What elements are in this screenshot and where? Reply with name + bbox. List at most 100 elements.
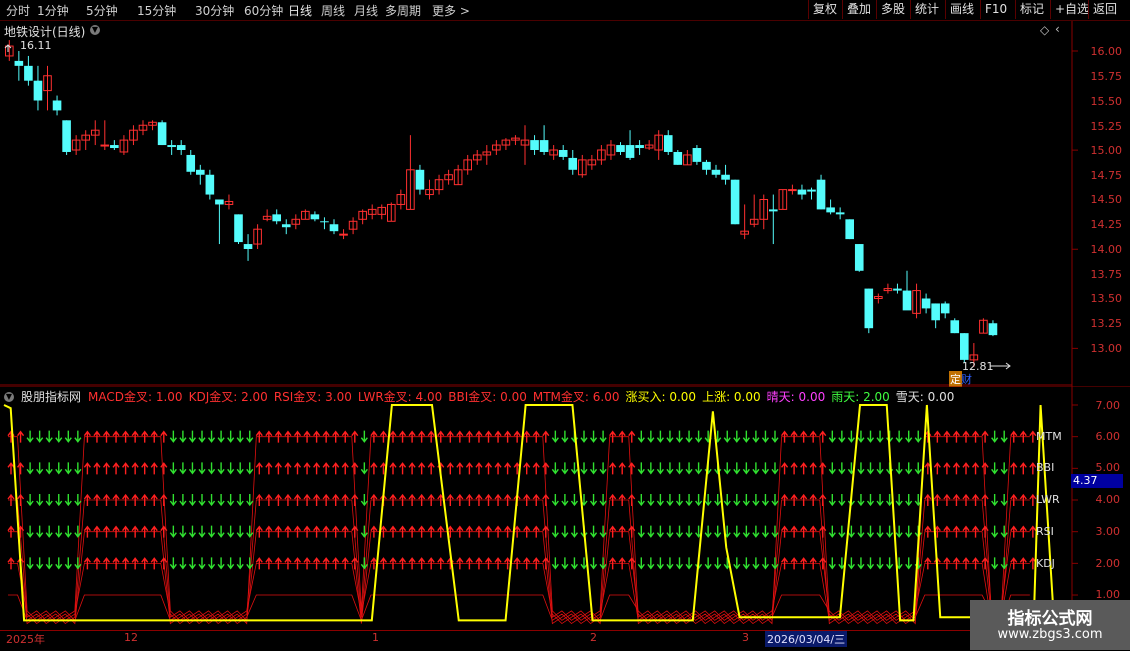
down-arrow-icon <box>64 430 72 443</box>
up-arrow-icon <box>102 557 111 570</box>
down-arrow-icon <box>188 494 197 507</box>
up-arrow-icon <box>93 493 101 507</box>
down-arrow-icon <box>723 430 731 443</box>
period-tab-30min[interactable]: 30分钟 <box>195 2 234 19</box>
price-tick: 14.00 <box>1090 243 1123 256</box>
indicator-name[interactable]: 股朋指标网 <box>21 388 81 405</box>
candle-body <box>110 145 119 149</box>
candle-body <box>539 140 549 152</box>
up-arrow-icon <box>313 430 321 443</box>
up-arrow-icon <box>962 525 970 538</box>
down-arrow-icon <box>857 557 865 570</box>
down-arrow-icon <box>656 557 664 570</box>
add-watchlist-button[interactable]: +自选 <box>1050 0 1093 19</box>
period-tab-fenshi[interactable]: 分时 <box>6 2 30 19</box>
down-arrow-icon <box>36 557 44 570</box>
chart-settings-icon[interactable]: ▼ <box>90 25 100 35</box>
down-arrow-icon <box>828 494 836 507</box>
candle-body <box>854 244 864 271</box>
down-arrow-icon <box>656 462 664 475</box>
up-arrow-icon <box>322 493 330 507</box>
period-tab-daily[interactable]: 日线 <box>288 2 312 19</box>
period-tab-60min[interactable]: 60分钟 <box>244 2 283 19</box>
up-arrow-icon <box>265 430 273 443</box>
period-tab-multi[interactable]: 多周期 <box>385 2 421 19</box>
up-arrow-icon <box>93 525 101 538</box>
period-tab-15min[interactable]: 15分钟 <box>137 2 176 19</box>
candle-body <box>100 144 110 147</box>
period-tab-more[interactable]: 更多 > <box>432 2 470 19</box>
indicator-value: KDJ金叉: 2.00 <box>188 390 268 404</box>
down-arrow-icon <box>207 557 216 570</box>
down-arrow-icon <box>179 494 187 507</box>
crosshair-date: 2026/03/04/三 <box>765 631 848 647</box>
period-tab-1min[interactable]: 1分钟 <box>37 2 69 19</box>
date-label: 1 <box>372 631 379 644</box>
up-arrow-icon <box>303 430 311 443</box>
candle-body <box>711 169 721 175</box>
indicator-settings-icon[interactable]: ▼ <box>4 391 14 402</box>
down-arrow-icon <box>771 557 779 570</box>
candle-body <box>950 320 960 334</box>
indicator-header: ▼ 股朋指标网 MACD金叉: 1.00 KDJ金叉: 2.00 RSI金叉: 3.… <box>4 388 954 405</box>
mark-button[interactable]: 标记 <box>1015 0 1048 19</box>
down-arrow-icon <box>236 557 244 570</box>
multi-stock-button[interactable]: 多股 <box>876 0 909 19</box>
price-tick: 15.75 <box>1090 70 1123 83</box>
line-label-mtm: MTM <box>1036 430 1062 443</box>
f10-button[interactable]: F10 <box>980 0 1011 19</box>
up-arrow-icon <box>427 430 435 443</box>
indicator-chart[interactable] <box>0 386 1130 630</box>
up-arrow-icon <box>800 557 808 570</box>
down-arrow-icon <box>236 430 244 443</box>
down-arrow-icon <box>236 525 244 538</box>
indicator-tick: 2.00 <box>1095 557 1121 570</box>
down-arrow-icon <box>666 430 674 443</box>
up-arrow-icon <box>122 493 130 507</box>
down-arrow-icon <box>761 430 770 443</box>
up-arrow-icon <box>962 493 970 507</box>
up-arrow-icon <box>408 493 416 507</box>
down-arrow-icon <box>637 494 645 507</box>
up-arrow-icon <box>351 493 359 507</box>
fuquan-button[interactable]: 复权 <box>808 0 841 19</box>
chevron-left-icon[interactable]: ‹ <box>1055 22 1060 36</box>
up-arrow-icon <box>408 525 416 538</box>
indicator-value: 涨买入: 0.00 <box>625 390 697 404</box>
up-arrow-icon <box>7 462 15 475</box>
up-arrow-icon <box>780 493 789 507</box>
up-arrow-icon <box>800 525 808 538</box>
down-arrow-icon <box>45 430 53 443</box>
candlestick-chart[interactable] <box>0 21 1130 386</box>
up-arrow-icon <box>523 430 531 443</box>
up-arrow-icon <box>284 525 292 538</box>
down-arrow-icon <box>991 525 999 538</box>
candle-body <box>788 189 797 192</box>
cai-marker[interactable]: 财 <box>961 371 972 387</box>
up-arrow-icon <box>150 462 158 475</box>
stats-button[interactable]: 统计 <box>910 0 943 19</box>
down-arrow-icon <box>64 462 72 475</box>
up-arrow-icon <box>1010 430 1018 443</box>
up-arrow-icon <box>1029 525 1037 538</box>
up-arrow-icon <box>398 525 407 538</box>
back-button[interactable]: 返回 <box>1088 0 1121 19</box>
down-arrow-icon <box>637 462 645 475</box>
down-arrow-icon <box>991 430 999 443</box>
down-arrow-icon <box>685 525 693 538</box>
period-tab-monthly[interactable]: 月线 <box>354 2 378 19</box>
period-tab-5min[interactable]: 5分钟 <box>86 2 118 19</box>
down-arrow-icon <box>876 525 884 538</box>
candle-body <box>329 224 339 232</box>
down-arrow-icon <box>561 494 569 507</box>
down-arrow-icon <box>685 557 693 570</box>
up-arrow-icon <box>274 462 282 475</box>
up-arrow-icon <box>332 430 340 443</box>
down-arrow-icon <box>905 494 913 507</box>
period-tab-weekly[interactable]: 周线 <box>321 2 345 19</box>
up-arrow-icon <box>293 557 302 570</box>
draw-line-button[interactable]: 画线 <box>945 0 978 19</box>
candle-body <box>215 199 224 205</box>
overlay-button[interactable]: 叠加 <box>842 0 875 19</box>
diamond-icon[interactable]: ◇ <box>1040 23 1049 37</box>
